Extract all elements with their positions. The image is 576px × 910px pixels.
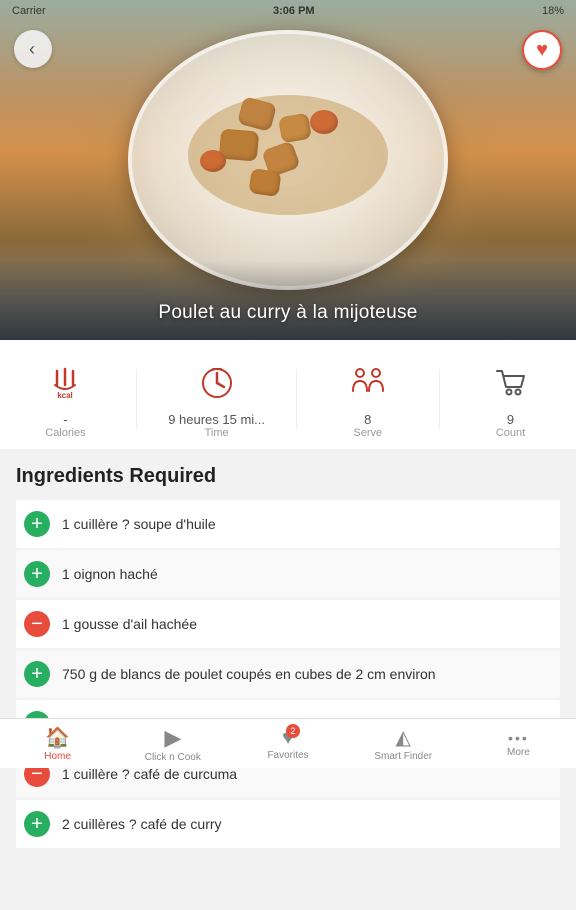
ingredient-item: +2 cuillères ? café de curry xyxy=(16,800,560,848)
heart-icon: ♥ xyxy=(536,39,548,62)
ingredient-item: +1 cuillère ? soupe d'huile xyxy=(16,500,560,548)
stat-calories: kcal - Calories xyxy=(25,358,105,439)
ingredient-item: +1 oignon haché xyxy=(16,550,560,598)
hero-image: Poulet au curry à la mijoteuse ‹ ♥ xyxy=(0,0,576,340)
cart-icon xyxy=(491,363,531,403)
time-label: Time xyxy=(205,427,229,439)
battery-label: 18% xyxy=(542,5,564,17)
divider-2 xyxy=(296,369,297,429)
count-label: Count xyxy=(496,427,525,439)
nav-clickncook[interactable]: ▶ Click n Cook xyxy=(115,719,230,768)
calories-label: Calories xyxy=(45,427,85,439)
ingredient-text: 1 gousse d'ail hachée xyxy=(62,616,197,632)
calories-icon-wrap: kcal xyxy=(45,358,85,408)
back-button[interactable]: ‹ xyxy=(14,30,52,68)
divider-1 xyxy=(136,369,137,429)
stat-time: 9 heures 15 mi... Time xyxy=(168,358,265,439)
ingredient-text: 1 cuillère ? café de curcuma xyxy=(62,766,237,782)
nav-smartfinder-label: Smart Finder xyxy=(374,751,432,762)
count-icon-wrap xyxy=(491,358,531,408)
svg-text:kcal: kcal xyxy=(58,391,74,400)
time-icon-wrap xyxy=(197,358,237,408)
nav-home[interactable]: 🏠 Home xyxy=(0,719,115,768)
sauce xyxy=(188,95,388,215)
nav-clickncook-label: Click n Cook xyxy=(145,752,201,763)
ingredient-text: 750 g de blancs de poulet coupés en cube… xyxy=(62,666,436,682)
nav-more[interactable]: ••• More xyxy=(461,719,576,768)
serve-icon-wrap xyxy=(348,358,388,408)
home-icon: 🏠 xyxy=(45,725,70,750)
smartfinder-icon: ◭ xyxy=(396,725,411,750)
serve-label: Serve xyxy=(353,427,382,439)
nav-more-label: More xyxy=(507,747,530,758)
nav-home-label: Home xyxy=(44,751,71,762)
ingredient-text: 1 oignon haché xyxy=(62,566,158,582)
nav-favorites[interactable]: ♥ 2 Favorites xyxy=(230,719,345,768)
add-ingredient-button[interactable]: + xyxy=(24,811,50,837)
ingredient-text: 1 cuillère ? soupe d'huile xyxy=(62,516,216,532)
time-label: 3:06 PM xyxy=(273,5,315,17)
stat-count: 9 Count xyxy=(471,358,551,439)
serve-value: 8 xyxy=(364,412,371,427)
stat-serve: 8 Serve xyxy=(328,358,408,439)
clock-icon xyxy=(197,363,237,403)
add-ingredient-button[interactable]: + xyxy=(24,661,50,687)
calories-icon: kcal xyxy=(45,363,85,403)
add-ingredient-button[interactable]: + xyxy=(24,511,50,537)
ingredient-text: 2 cuillères ? café de curry xyxy=(62,816,222,832)
ingredients-section: Ingredients Required +1 cuillère ? soupe… xyxy=(0,449,576,848)
count-value: 9 xyxy=(507,412,514,427)
ingredient-list: +1 cuillère ? soupe d'huile+1 oignon hac… xyxy=(16,500,560,848)
remove-ingredient-button[interactable]: − xyxy=(24,611,50,637)
favorites-badge: 2 xyxy=(286,724,300,738)
ingredient-item: +750 g de blancs de poulet coupés en cub… xyxy=(16,650,560,698)
divider-3 xyxy=(439,369,440,429)
nav-favorites-label: Favorites xyxy=(267,750,308,761)
time-value: 9 heures 15 mi... xyxy=(168,412,265,427)
hero-overlay xyxy=(0,260,576,340)
add-ingredient-button[interactable]: + xyxy=(24,561,50,587)
bottom-nav: 🏠 Home ▶ Click n Cook ♥ 2 Favorites ◭ Sm… xyxy=(0,718,576,768)
recipe-title: Poulet au curry à la mijoteuse xyxy=(0,302,576,324)
carrier-label: Carrier xyxy=(12,5,46,17)
stats-row: kcal - Calories 9 heures 15 mi... Time xyxy=(0,340,576,449)
favorite-button[interactable]: ♥ xyxy=(522,30,562,70)
ingredient-item: −1 gousse d'ail hachée xyxy=(16,600,560,648)
nav-smartfinder[interactable]: ◭ Smart Finder xyxy=(346,719,461,768)
more-icon: ••• xyxy=(508,730,529,746)
ingredients-title: Ingredients Required xyxy=(16,465,560,488)
people-icon xyxy=(348,363,388,403)
play-icon: ▶ xyxy=(164,725,181,751)
calories-value: - xyxy=(63,412,67,427)
status-bar: Carrier 3:06 PM 18% xyxy=(0,0,576,22)
back-chevron-icon: ‹ xyxy=(29,39,35,60)
